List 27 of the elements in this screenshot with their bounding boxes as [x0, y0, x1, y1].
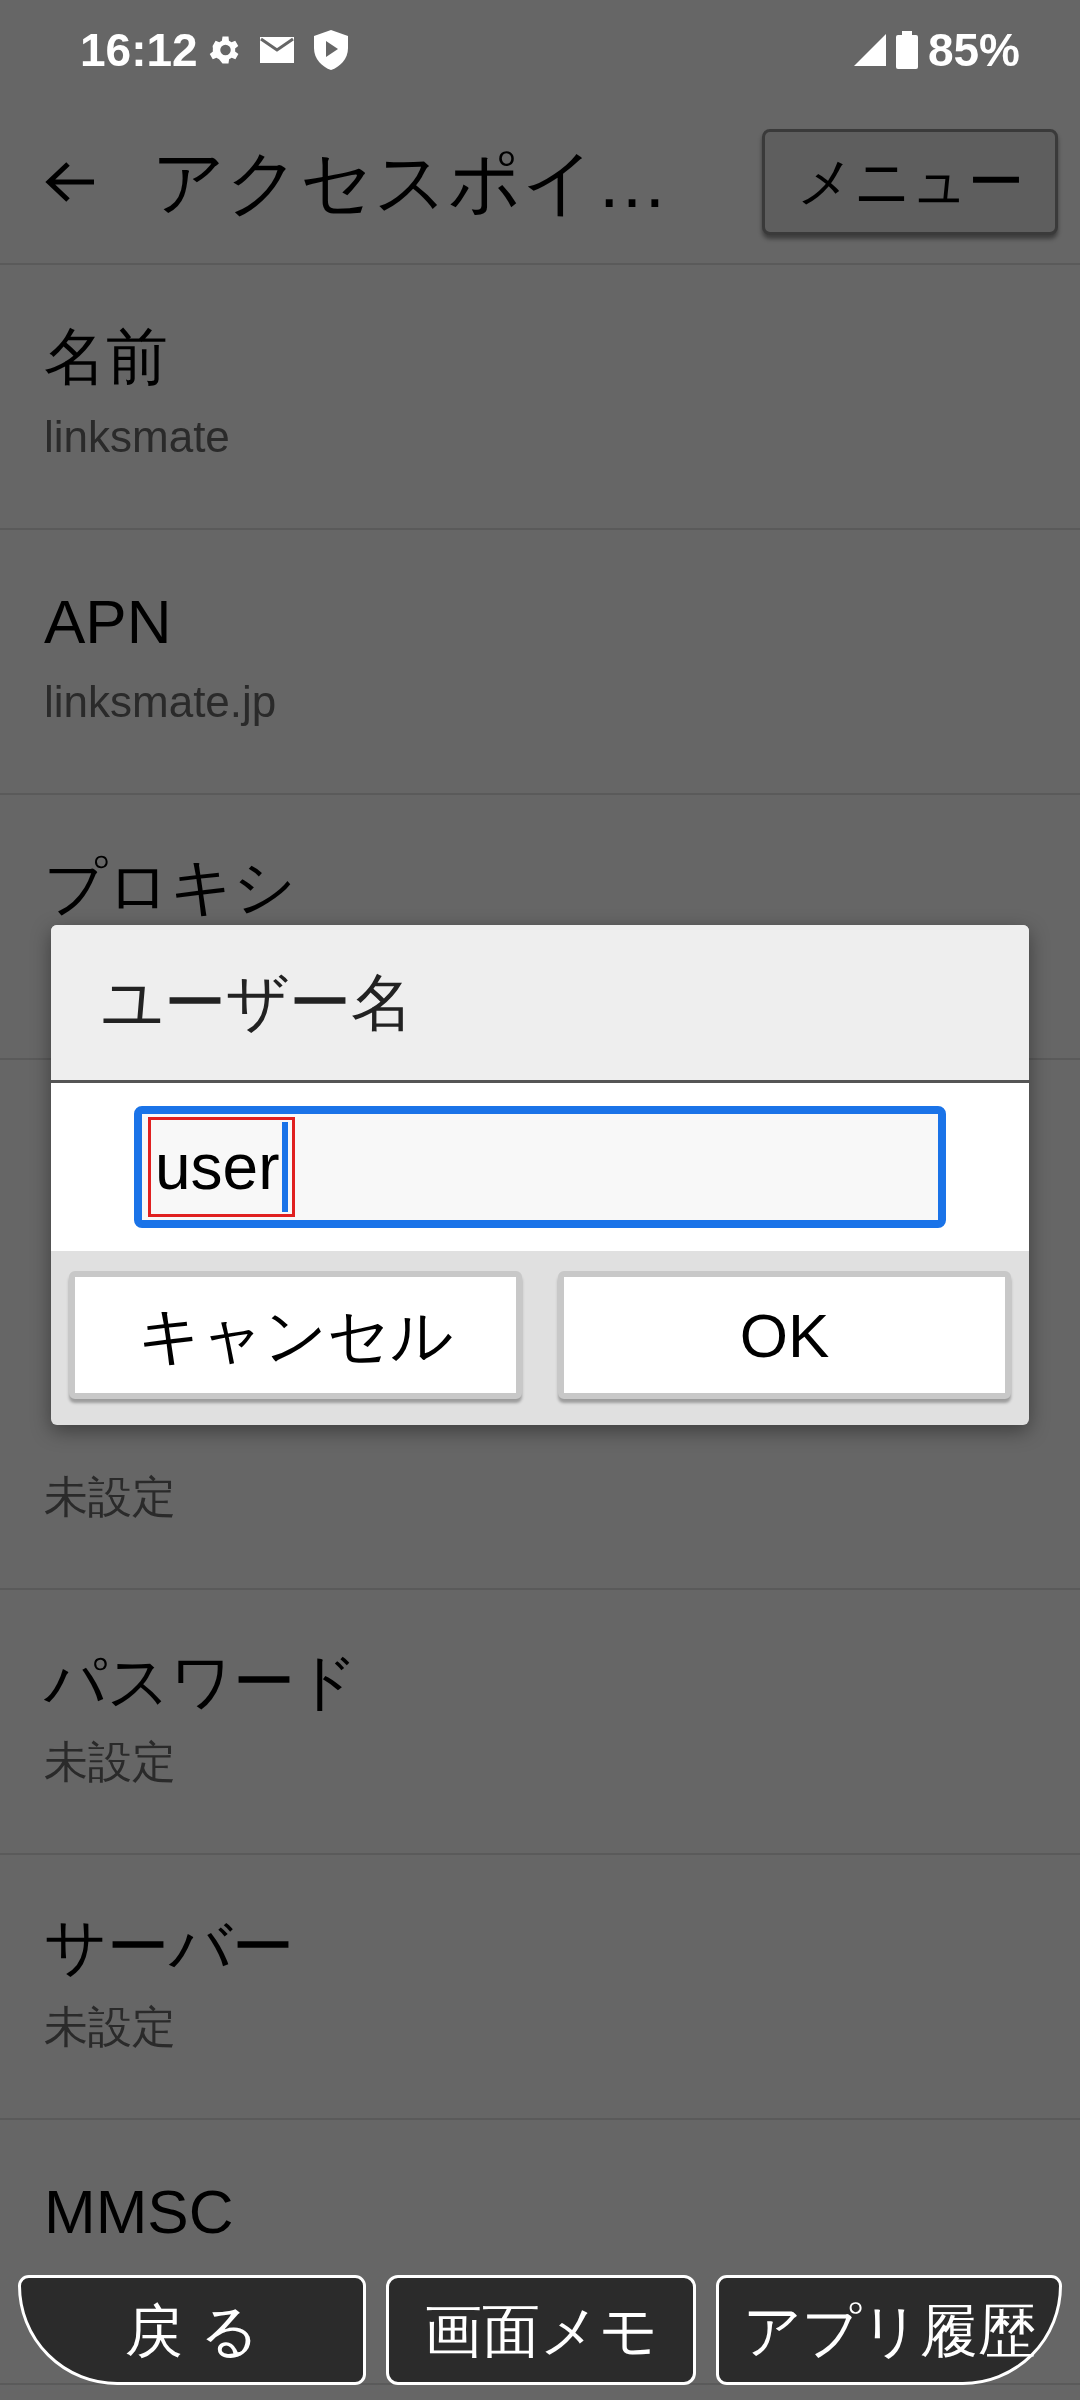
- setting-value: 未設定: [44, 2001, 176, 2054]
- setting-value: linksmate.jp: [44, 676, 277, 729]
- nav-button[interactable]: 戻 る: [18, 2275, 366, 2385]
- setting-label[interactable]: MMSC: [44, 2175, 234, 2250]
- signal-icon: [853, 34, 886, 66]
- dialog-button[interactable]: OK: [558, 1271, 1011, 1399]
- setting-value: 未設定: [44, 1736, 176, 1789]
- shield-play-icon: [313, 30, 348, 70]
- battery-percent: 85%: [927, 22, 1020, 78]
- dialog-button[interactable]: キャンセル: [69, 1271, 522, 1399]
- menu-button[interactable]: メニュー: [762, 128, 1058, 235]
- setting-value: linksmate: [44, 411, 230, 464]
- setting-label[interactable]: パスワード: [44, 1645, 358, 1720]
- status-time: 16:12: [80, 22, 198, 78]
- dialog-title: ユーザー名: [101, 967, 413, 1039]
- back-arrow-icon[interactable]: [44, 159, 96, 204]
- nav-button[interactable]: 画面メモ: [386, 2275, 696, 2385]
- mail-icon: [259, 37, 294, 63]
- setting-label[interactable]: プロキシ: [44, 850, 296, 925]
- setting-label[interactable]: 名前: [44, 320, 168, 395]
- battery-icon: [895, 31, 918, 69]
- setting-label[interactable]: APN: [44, 585, 172, 660]
- setting-label[interactable]: サーバー: [44, 1910, 294, 1985]
- nav-button[interactable]: アプリ履歴: [716, 2275, 1062, 2385]
- setting-value: 未設定: [44, 1471, 176, 1523]
- page-title: アクセスポイ…: [152, 140, 669, 224]
- input-field[interactable]: user: [134, 1106, 946, 1228]
